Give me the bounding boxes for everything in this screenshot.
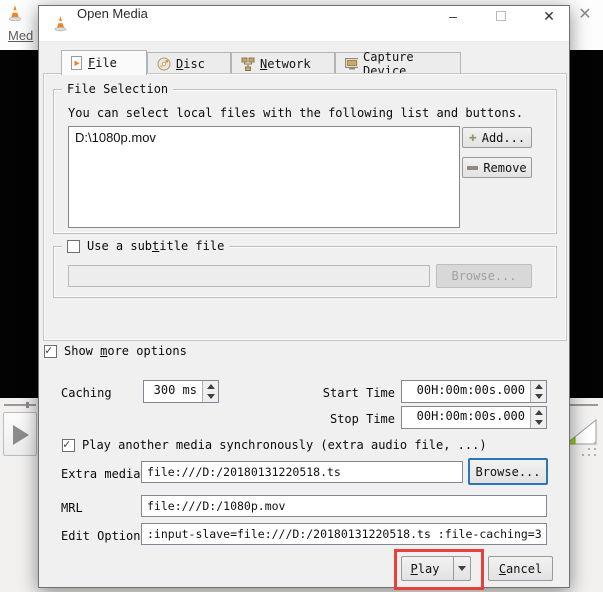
tab-disc[interactable]: Disc (147, 52, 231, 74)
seek-bar-left[interactable] (4, 404, 36, 406)
extra-media-browse-button[interactable]: Browse... (468, 458, 548, 485)
cancel-button[interactable]: Cancel (488, 556, 553, 581)
stop-time-spin-buttons[interactable] (530, 407, 546, 428)
subtitle-browse-button: Browse... (436, 264, 532, 288)
stop-time-label: Stop Time (303, 412, 395, 426)
close-button[interactable]: ✕ (531, 8, 567, 38)
file-selection-description: You can select local files with the foll… (68, 106, 523, 120)
minimize-button[interactable]: – (435, 8, 471, 38)
extra-media-label: Extra media (61, 467, 140, 481)
maximize-icon (496, 11, 506, 21)
vlc-cone-icon (52, 15, 69, 32)
spin-up-icon[interactable] (531, 381, 546, 392)
show-more-options-checkbox[interactable] (44, 345, 57, 358)
tab-bar: File Disc Network (39, 50, 569, 74)
spin-down-icon[interactable] (531, 392, 546, 403)
spin-up-icon[interactable] (531, 407, 546, 418)
start-time-spinbox[interactable]: 00H:00m:00s.000 (401, 380, 547, 403)
sync-media-checkbox[interactable] (62, 439, 75, 452)
plus-icon: ✚ (469, 131, 477, 144)
subtitle-group: Use a subtitle file Browse... (53, 246, 557, 298)
tab-network[interactable]: Network (231, 52, 335, 74)
maximize-button (483, 8, 519, 38)
caching-value: 300 ms (144, 381, 202, 402)
remove-button[interactable]: Remove (462, 157, 532, 178)
network-icon (241, 57, 255, 71)
tab-file[interactable]: File (61, 50, 147, 75)
tab-capture-device[interactable]: Capture Device (335, 52, 461, 74)
mrl-label: MRL (61, 501, 83, 515)
spin-down-icon[interactable] (203, 392, 218, 403)
start-time-spin-buttons[interactable] (530, 381, 546, 402)
show-more-options-row[interactable]: Show more options (44, 344, 187, 358)
extra-media-input[interactable] (141, 461, 463, 483)
disc-icon (157, 57, 171, 71)
edit-options-input[interactable] (141, 523, 547, 545)
seek-handle[interactable] (26, 402, 29, 408)
dialog-titlebar[interactable]: Open Media – ✕ (39, 6, 569, 42)
spin-up-icon[interactable] (203, 381, 218, 392)
minus-icon (467, 166, 478, 170)
vlc-cone-icon (6, 4, 24, 22)
seek-bar-right[interactable] (570, 404, 598, 406)
mrl-input[interactable] (141, 495, 547, 517)
stop-time-spinbox[interactable]: 00H:00m:00s.000 (401, 406, 547, 429)
file-icon (71, 56, 83, 70)
caching-spinbox[interactable]: 300 ms (143, 380, 219, 403)
spin-down-icon[interactable] (531, 418, 546, 429)
capture-device-icon (345, 57, 358, 70)
subtitle-checkbox[interactable] (67, 240, 80, 253)
start-time-label: Start Time (303, 386, 395, 400)
caching-label: Caching (61, 386, 112, 400)
window-close-icon[interactable]: ✕ (570, 2, 600, 28)
play-button-background-window[interactable] (3, 412, 37, 456)
start-time-value: 00H:00m:00s.000 (402, 381, 530, 402)
dialog-title: Open Media (77, 6, 148, 21)
subtitle-checkbox-row[interactable]: Use a subtitle file (62, 239, 229, 253)
caching-spin-buttons[interactable] (202, 381, 218, 402)
file-list[interactable]: D:\1080p.mov (68, 126, 460, 228)
sync-media-row[interactable]: Play another media synchronously (extra … (62, 438, 487, 452)
list-item[interactable]: D:\1080p.mov (69, 127, 459, 148)
resize-grip-icon[interactable] (588, 448, 590, 450)
add-button[interactable]: ✚ Add... (462, 127, 532, 148)
file-selection-group: File Selection You can select local file… (53, 89, 557, 234)
annotation-highlight-box (394, 549, 484, 590)
open-media-dialog: Open Media – ✕ File Disc (38, 5, 570, 588)
play-icon (13, 425, 29, 445)
menu-media[interactable]: Med (8, 28, 33, 43)
stop-time-value: 00H:00m:00s.000 (402, 407, 530, 428)
edit-options-label: Edit Options (61, 529, 148, 543)
group-title: File Selection (62, 82, 173, 96)
subtitle-file-input (68, 265, 430, 287)
